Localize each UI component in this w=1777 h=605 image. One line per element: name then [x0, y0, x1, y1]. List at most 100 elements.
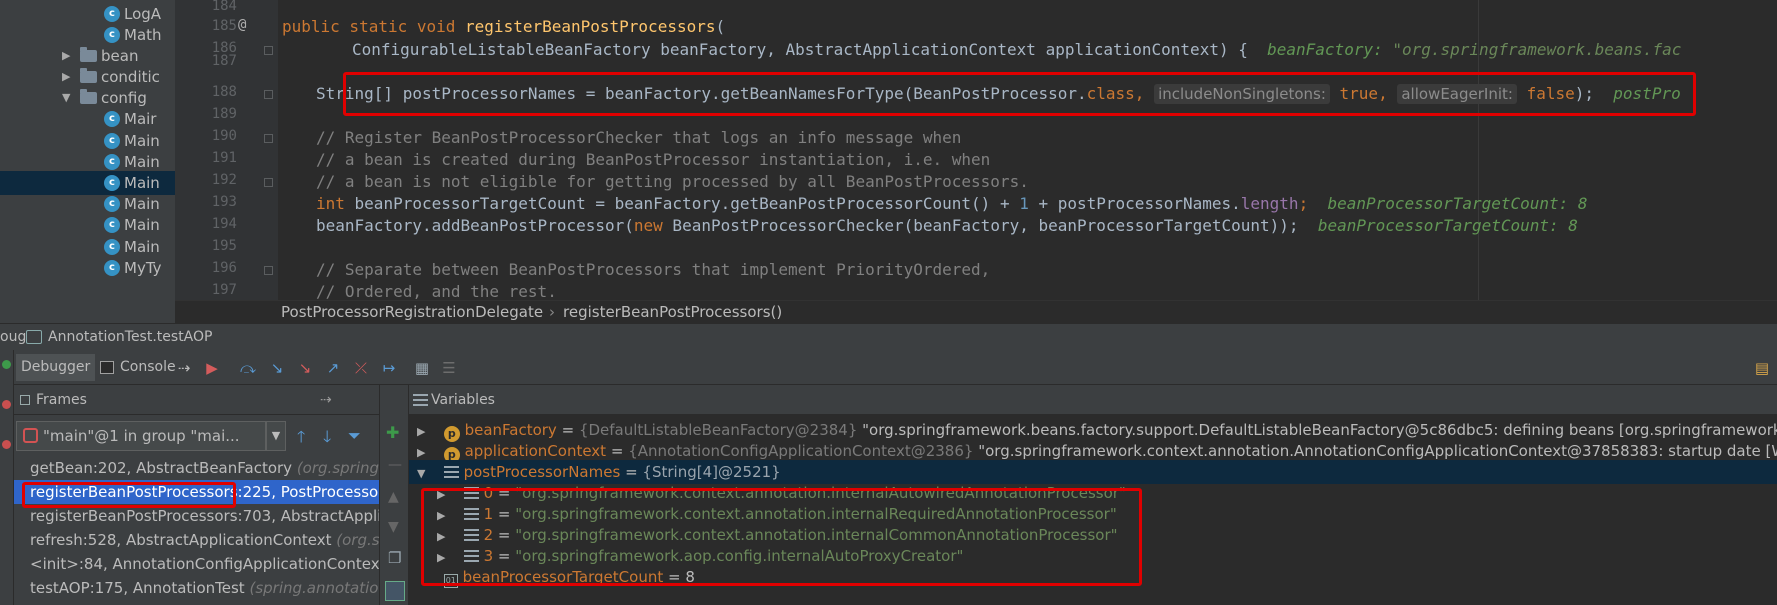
tree-item-label: Main	[124, 216, 160, 234]
array-icon	[443, 466, 459, 478]
code-keyword: new	[633, 216, 663, 235]
class-icon: c	[104, 6, 120, 22]
frame-suffix: :225, PostProcessor	[237, 483, 379, 501]
frame-row[interactable]: refresh:528, AbstractApplicationContext …	[14, 528, 379, 552]
override-marker-icon[interactable]: @	[238, 17, 246, 33]
down-arrow-icon[interactable]: 🡓	[323, 426, 331, 453]
frame-method: getBean:202, AbstractBeanFactory	[30, 459, 293, 477]
breadcrumb-class[interactable]: PostProcessorRegistrationDelegate	[281, 301, 543, 324]
run-config-icon	[26, 330, 42, 344]
breadcrumb: PostProcessorRegistrationDelegate › regi…	[175, 300, 1777, 323]
frame-row[interactable]: testAOP:175, AnnotationTest (spring.anno…	[14, 576, 379, 600]
move-down-icon[interactable]: ▼	[388, 519, 399, 535]
variable-type: {DefaultListableBeanFactory@2384}	[578, 421, 858, 439]
stop-icon[interactable]	[2, 400, 11, 409]
frame-package: (org.springfr	[296, 459, 379, 477]
variables-title: Variables	[431, 392, 495, 408]
up-arrow-icon[interactable]: 🡑	[297, 426, 305, 453]
class-icon: c	[104, 196, 120, 212]
tree-item[interactable]: c MyTy	[0, 256, 175, 280]
thread-icon	[23, 428, 38, 443]
debug-title-text: oug	[0, 329, 27, 345]
frames-title: Frames	[36, 392, 87, 408]
fold-marker-icon[interactable]	[264, 134, 273, 143]
copy-icon[interactable]: ❐	[388, 549, 401, 567]
step-out-icon[interactable]: ↗	[323, 358, 343, 378]
line-number: 189	[211, 106, 237, 122]
watches-icon[interactable]	[385, 581, 405, 601]
class-icon: c	[104, 27, 120, 43]
code-comment: // Register BeanPostProcessorChecker tha…	[316, 128, 962, 147]
code-line-185: public static void registerBeanPostProce…	[282, 17, 725, 37]
code-text: beanProcessorTargetCount = beanFactory.g…	[344, 194, 1020, 213]
code-method-name: registerBeanPostProcessors	[465, 17, 716, 36]
debug-left-stripe	[0, 350, 14, 605]
code-keyword: int	[316, 194, 345, 213]
fold-marker-icon[interactable]	[264, 90, 273, 99]
tab-debugger[interactable]: Debugger	[16, 354, 96, 381]
filter-icon[interactable]: ⏷	[348, 426, 361, 446]
code-line-193: int beanProcessorTargetCount = beanFacto…	[316, 194, 1588, 214]
run-to-cursor-icon[interactable]: ↦	[379, 358, 399, 378]
new-watch-icon[interactable]: ✚	[386, 423, 399, 442]
show-execution-point-icon[interactable]: ▶	[202, 358, 222, 378]
force-step-into-icon[interactable]: ↘	[295, 358, 315, 378]
drop-frame-icon[interactable]: ⤫	[351, 358, 371, 378]
move-up-icon[interactable]: ▲	[388, 489, 399, 505]
code-line-186: ConfigurableListableBeanFactory beanFact…	[352, 40, 1681, 60]
line-number: 195	[211, 238, 237, 254]
tree-item[interactable]: c Main	[0, 213, 175, 237]
variable-type: {String[4]@2521}	[642, 463, 781, 481]
class-icon: c	[104, 175, 120, 191]
evaluate-expression-icon[interactable]: ▦	[412, 358, 432, 378]
thread-select[interactable]: "main"@1 in group "mai...	[16, 421, 266, 451]
step-over-icon[interactable]: ⤼	[238, 358, 258, 378]
restore-layout-icon[interactable]: ⇢	[174, 358, 194, 378]
trace-streams-icon[interactable]: ☰	[439, 358, 459, 378]
tree-item[interactable]: c Mair	[0, 107, 175, 131]
class-icon: c	[104, 260, 120, 276]
class-icon: c	[104, 111, 120, 127]
variable-name: applicationContext	[464, 442, 607, 460]
breakpoints-icon[interactable]	[2, 440, 11, 449]
breadcrumb-separator: ›	[549, 303, 555, 321]
frame-row[interactable]: getBean:202, AbstractBeanFactory (org.sp…	[14, 456, 379, 480]
code-text: BeanPostProcessorChecker(beanFactory, be…	[662, 216, 1299, 235]
project-tree: c LogA c Math ▶ bean ▶ conditic ▼ config…	[0, 0, 175, 323]
previous-frame-icon[interactable]	[251, 426, 271, 446]
fold-marker-icon[interactable]	[264, 266, 273, 275]
fold-marker-icon[interactable]	[264, 178, 273, 187]
frame-method: <init>:84, AnnotationConfigApplicationCo…	[30, 555, 379, 573]
frame-method: registerBeanPostProcessors:703, Abstract…	[30, 507, 379, 525]
step-into-icon[interactable]: ↘	[267, 358, 287, 378]
breadcrumb-method[interactable]: registerBeanPostProcessors()	[563, 301, 782, 324]
resume-icon[interactable]	[2, 360, 11, 369]
settings-layout-icon[interactable]: ▤	[1752, 358, 1772, 378]
tab-console[interactable]: Console	[115, 354, 181, 381]
code-number: 1	[1019, 194, 1029, 213]
fold-marker-icon[interactable]	[264, 46, 273, 55]
class-icon: c	[104, 154, 120, 170]
frame-package: (org.sp	[336, 531, 379, 549]
code-text: + postProcessorNames.	[1028, 194, 1241, 213]
line-number: 196	[211, 260, 237, 276]
line-number: 188	[211, 84, 237, 100]
class-icon: c	[104, 217, 120, 233]
remove-watch-icon[interactable]: —	[388, 457, 402, 473]
code-editor[interactable]: public static void registerBeanPostProce…	[278, 0, 1777, 300]
annotation-highlight-box	[343, 72, 1696, 116]
frame-row[interactable]: <init>:84, AnnotationConfigApplicationCo…	[14, 552, 379, 576]
debug-tool-window-title: oug AnnotationTest.testAOP	[0, 323, 1777, 350]
folder-icon	[80, 89, 97, 104]
line-number: 190	[211, 128, 237, 144]
debug-inline-hint: beanFactory:	[1267, 40, 1383, 59]
code-comment: // a bean is not eligible for getting pr…	[316, 172, 1029, 191]
code-text: ;	[1298, 194, 1309, 213]
pin-icon[interactable]: ⇢	[320, 385, 332, 415]
line-number: 184	[211, 0, 237, 14]
thread-select-value: "main"@1 in group "mai...	[43, 427, 240, 445]
line-number: 193	[211, 194, 237, 210]
line-number: 197	[211, 282, 237, 298]
editor-gutter: 184 185 186 187 188 189 190 191 192 193 …	[175, 0, 278, 300]
run-config-name[interactable]: AnnotationTest.testAOP	[48, 324, 212, 351]
